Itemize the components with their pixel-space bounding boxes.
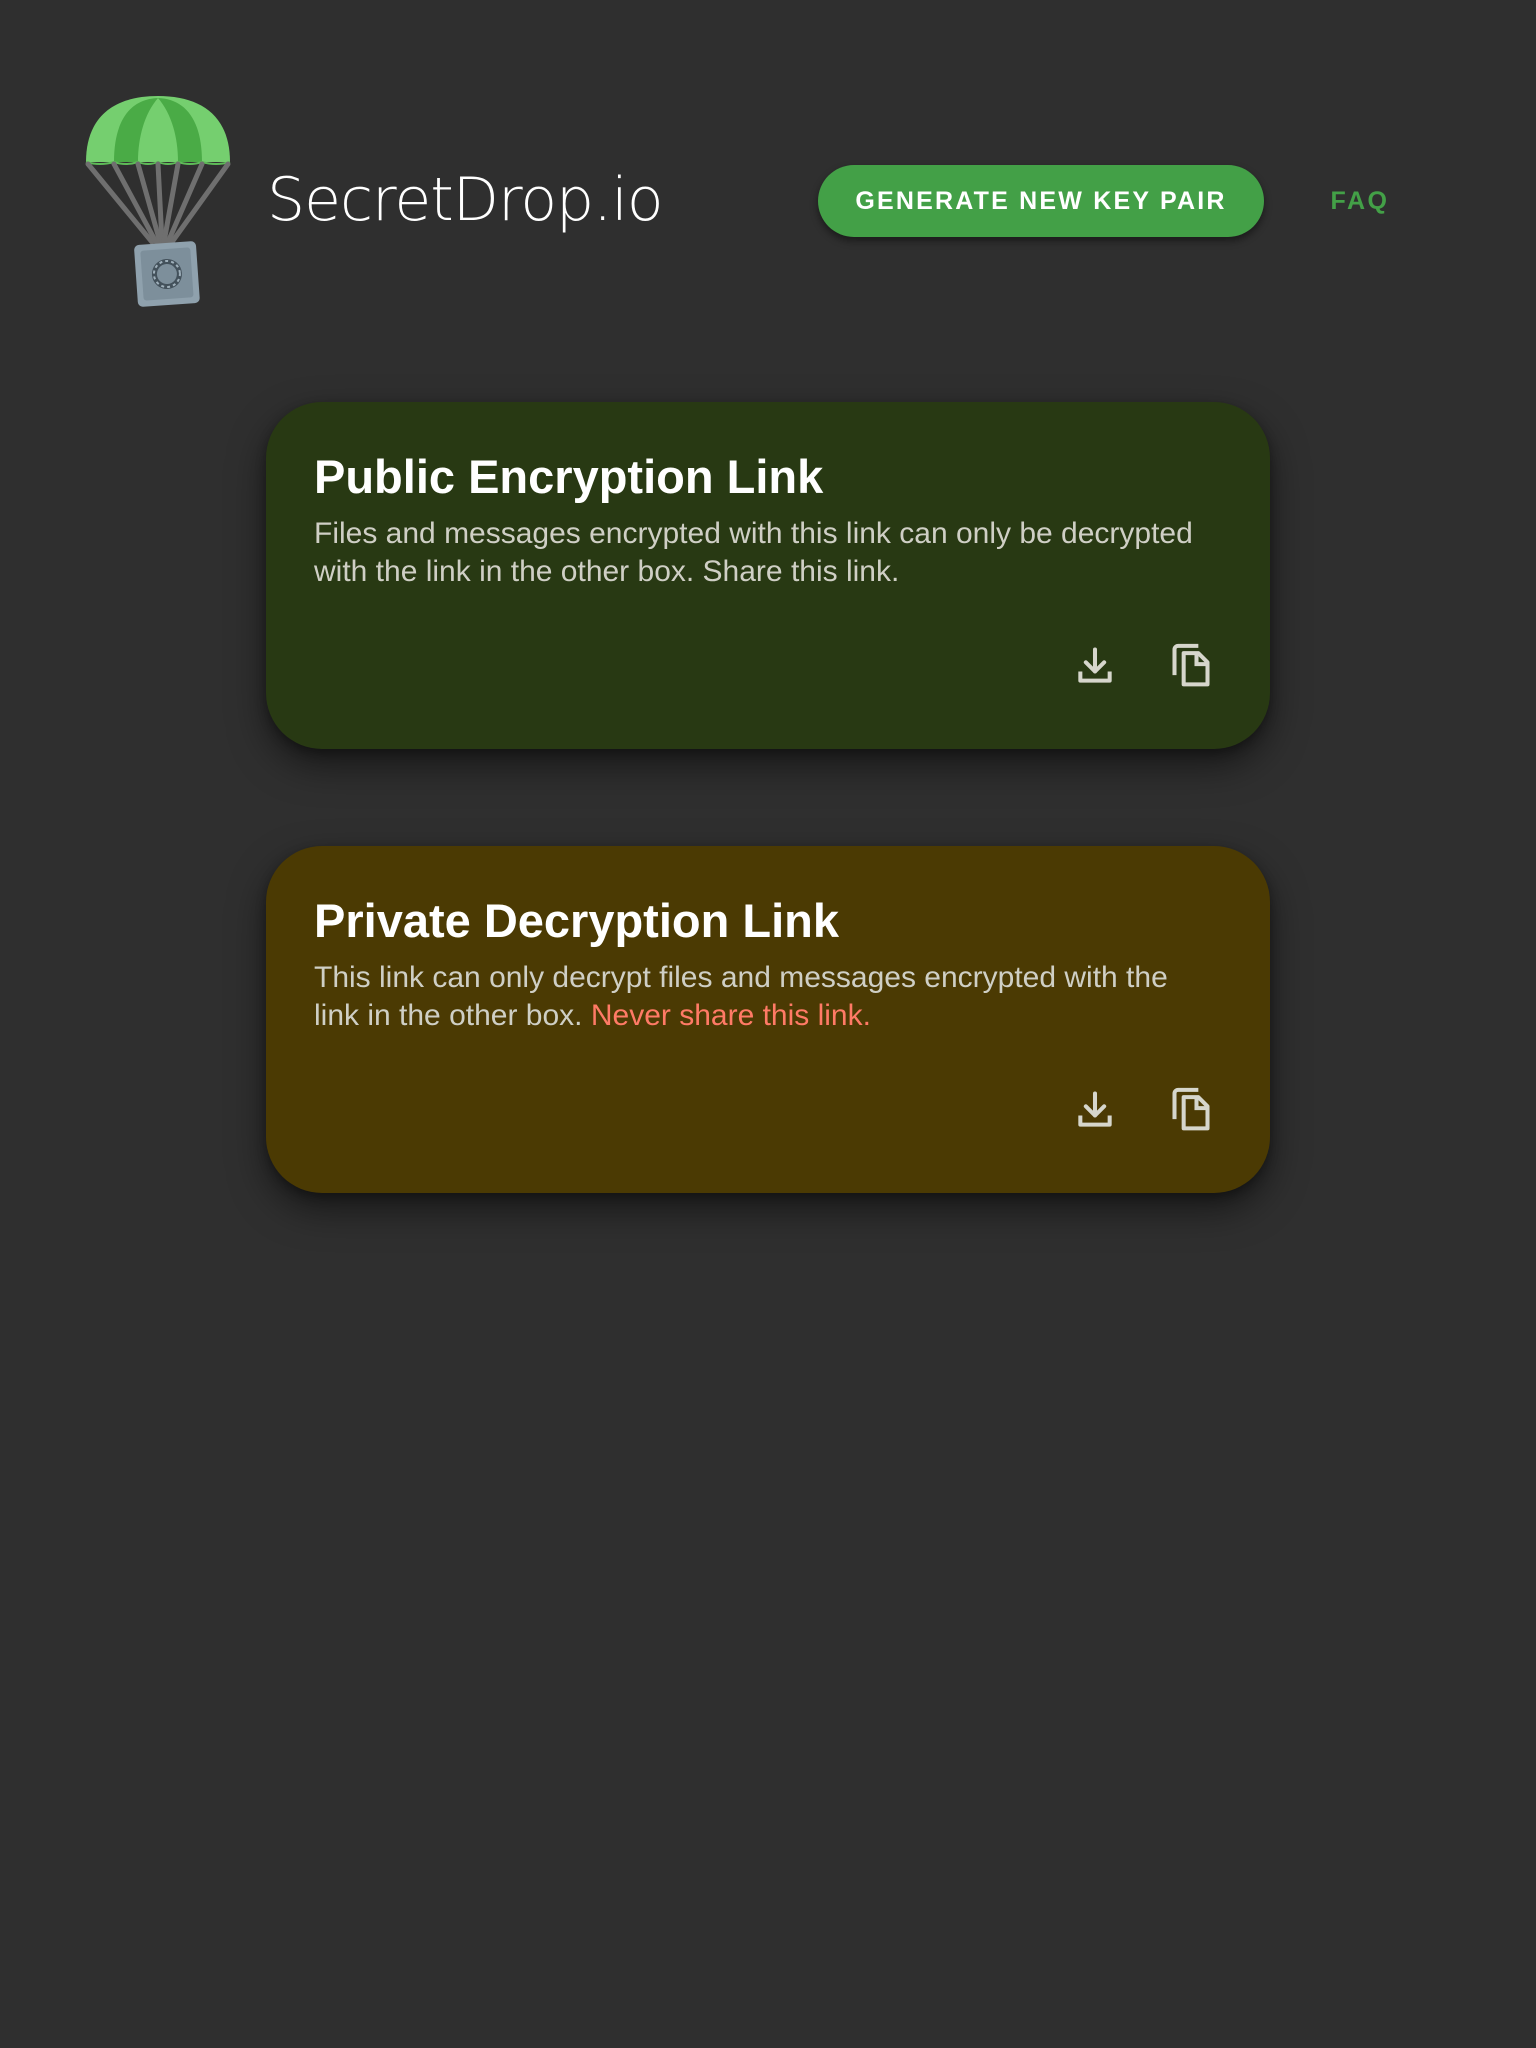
app-header: SecretDrop.io GENERATE NEW KEY PAIR FAQ xyxy=(0,0,1536,320)
copy-icon[interactable] xyxy=(1158,1077,1224,1143)
copy-icon[interactable] xyxy=(1158,633,1224,699)
app-title: SecretDrop.io xyxy=(267,165,664,235)
parachute-safe-logo xyxy=(80,90,240,315)
download-icon[interactable] xyxy=(1062,1077,1128,1143)
card-title: Private Decryption Link xyxy=(314,894,839,947)
card-title: Public Encryption Link xyxy=(314,450,824,503)
generate-key-pair-button[interactable]: GENERATE NEW KEY PAIR xyxy=(818,165,1264,237)
card-description: Files and messages encrypted with this l… xyxy=(314,515,1214,591)
card-actions xyxy=(1062,1077,1224,1143)
card-description-text: Files and messages encrypted with this l… xyxy=(314,517,1193,588)
public-link-card: Public Encryption Link Files and message… xyxy=(266,402,1270,749)
card-actions xyxy=(1062,633,1224,699)
download-icon[interactable] xyxy=(1062,633,1128,699)
faq-link[interactable]: FAQ xyxy=(1310,165,1410,237)
private-link-card: Private Decryption Link This link can on… xyxy=(266,846,1270,1193)
warning-text: Never share this link. xyxy=(590,999,871,1032)
card-description: This link can only decrypt files and mes… xyxy=(314,959,1214,1035)
